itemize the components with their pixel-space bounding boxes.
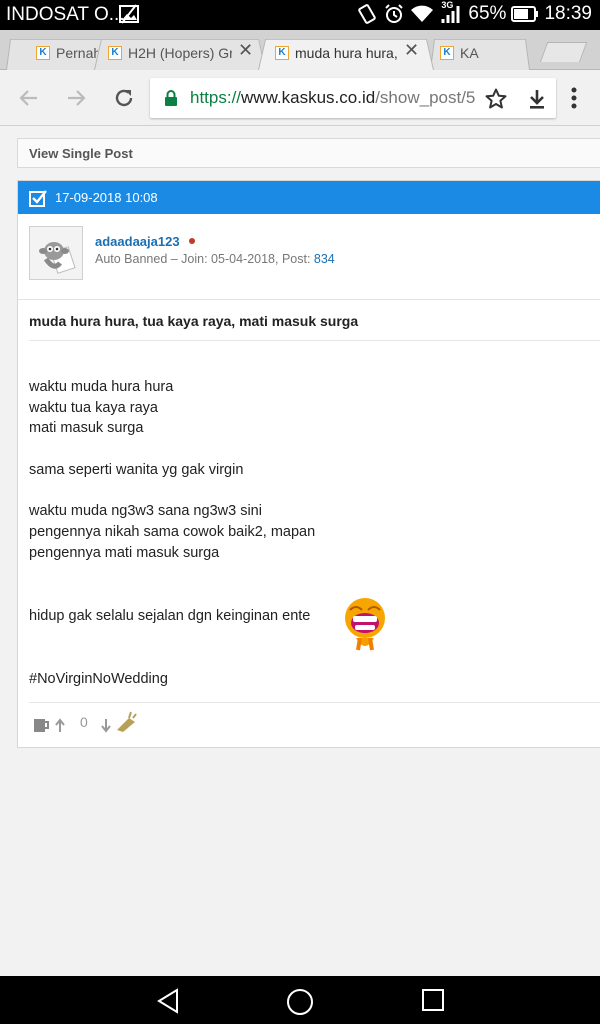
nav-back-icon[interactable]	[156, 988, 180, 1014]
upvote-arrow-icon[interactable]	[54, 716, 66, 739]
forward-arrow-icon[interactable]	[64, 86, 88, 115]
tab-kaskus[interactable]: K KA	[440, 36, 484, 70]
wifi-icon	[410, 4, 434, 24]
reload-icon[interactable]	[112, 86, 136, 115]
post-body-line: waktu muda ng3w3 sana ng3w3 sini	[29, 503, 262, 519]
clock: 18:39	[544, 3, 592, 24]
post-author-username[interactable]: adaadaaja123	[95, 234, 180, 249]
carrier-name: INDOSAT O...	[6, 4, 125, 25]
battery-icon	[511, 5, 539, 23]
download-icon[interactable]	[526, 87, 548, 116]
tab-label: muda hura hura,	[295, 45, 397, 61]
url-text[interactable]: https://www.kaskus.co.id/show_post/5b	[190, 88, 476, 108]
post-author-meta: Auto Banned – Join: 05-04-2018, Post: 83…	[95, 252, 335, 266]
checkbox-icon[interactable]	[29, 189, 47, 210]
new-tab-button[interactable]	[540, 42, 588, 62]
author-meta-text: Auto Banned – Join: 05-04-2018, Post:	[95, 252, 314, 266]
post-hashtag: #NoVirginNoWedding	[29, 671, 168, 687]
signal-icon: 3G	[439, 0, 463, 25]
post-body-line: sama seperti wanita yg gak virgin	[29, 462, 244, 478]
android-nav-bar	[0, 976, 600, 1024]
overflow-menu-icon[interactable]	[570, 86, 578, 115]
post-body-line: waktu muda hura hura	[29, 379, 174, 395]
url-scheme: https://	[190, 88, 242, 107]
post-body-line: waktu tua kaya raya	[29, 400, 158, 416]
post-body-line: mati masuk surga	[29, 420, 144, 436]
post-card: 17-09-2018 10:08 adaadaaja123 Auto Banne…	[17, 180, 600, 748]
kaskus-favicon-icon: K	[36, 46, 50, 60]
mug-icon[interactable]	[33, 716, 51, 739]
vibrate-icon	[356, 3, 378, 25]
tab-label: H2H (Hopers) Gr	[128, 45, 232, 61]
kaskus-favicon-icon: K	[108, 46, 122, 60]
close-tab-icon[interactable]: ✕	[404, 40, 419, 61]
laughing-emoticon-icon	[344, 594, 386, 657]
nav-recents-icon[interactable]	[421, 988, 445, 1012]
post-body-line: hidup gak selalu sejalan dgn keinginan e…	[29, 608, 311, 624]
back-arrow-icon[interactable]	[17, 86, 41, 115]
brick-icon[interactable]	[115, 710, 137, 739]
tab-label: Pernah	[56, 45, 98, 61]
post-body-line: pengennya nikah sama cowok baik2, mapan	[29, 524, 316, 540]
post-author-section: adaadaaja123 Auto Banned – Join: 05-04-2…	[18, 214, 600, 300]
status-bar: INDOSAT O... 3G 65% 18:39	[0, 0, 600, 30]
alarm-icon	[383, 3, 405, 25]
page-content: View Single Post 17-09-2018 10:08 adaada…	[0, 127, 600, 976]
tab-pernah[interactable]: K Pernah	[36, 36, 98, 70]
url-host: www.kaskus.co.id	[241, 88, 376, 107]
post-header-bar: 17-09-2018 10:08	[18, 181, 600, 214]
address-bar[interactable]: https://www.kaskus.co.id/show_post/5b	[150, 78, 556, 118]
close-tab-icon[interactable]: ✕	[238, 40, 253, 61]
network-type: 3G	[441, 0, 454, 10]
tab-muda-hura-hura[interactable]: K muda hura hura,	[275, 36, 397, 70]
tab-h2h[interactable]: K H2H (Hopers) Gr	[108, 36, 232, 70]
lock-icon	[164, 90, 178, 111]
nav-home-icon[interactable]	[286, 988, 314, 1016]
gallery-notification-icon	[118, 3, 140, 31]
divider	[29, 702, 600, 703]
vote-count: 0	[80, 714, 88, 730]
post-title: muda hura hura, tua kaya raya, mati masu…	[29, 313, 359, 329]
tab-label: KA	[460, 45, 479, 61]
author-post-count[interactable]: 834	[314, 252, 335, 266]
url-path: /show_post/5b	[375, 88, 476, 107]
kaskus-favicon-icon: K	[440, 46, 454, 60]
downvote-arrow-icon[interactable]	[100, 716, 112, 739]
post-body-line: pengennya mati masuk surga	[29, 545, 220, 561]
avatar[interactable]	[29, 226, 83, 280]
kaskus-favicon-icon: K	[275, 46, 289, 60]
battery-percent: 65%	[468, 3, 507, 24]
bookmark-star-icon[interactable]	[484, 87, 508, 116]
divider	[29, 340, 600, 341]
status-indicator-dot	[189, 238, 195, 244]
view-single-post-header: View Single Post	[17, 138, 600, 168]
post-date: 17-09-2018 10:08	[55, 190, 158, 205]
browser-toolbar: https://www.kaskus.co.id/show_post/5b	[0, 70, 600, 126]
